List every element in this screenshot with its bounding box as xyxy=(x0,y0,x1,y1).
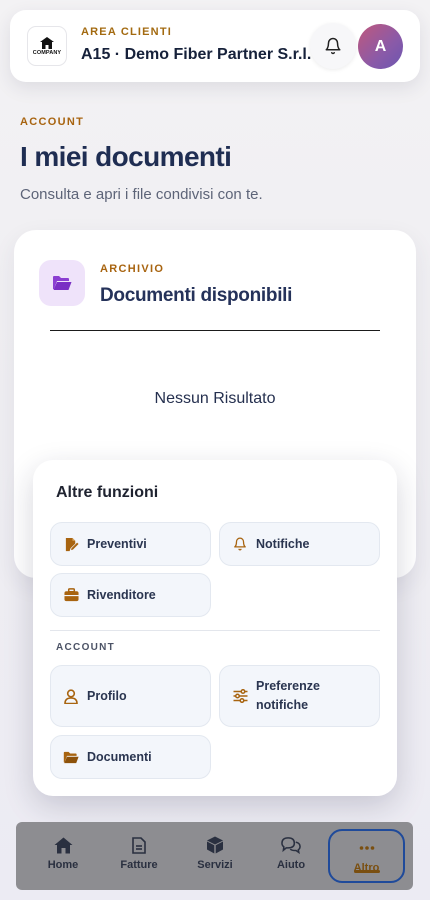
rivenditore-label: Rivenditore xyxy=(87,588,156,602)
preventivi-button[interactable]: Preventivi xyxy=(50,522,211,566)
tab-altro[interactable]: Altro xyxy=(328,829,405,883)
sliders-icon xyxy=(232,688,248,704)
preferenze-notifiche-button[interactable]: Preferenze notifiche xyxy=(219,665,380,727)
card-eyebrow: ARCHIVIO xyxy=(100,263,165,275)
app-header: COMPANY AREA CLIENTI A15 · Demo Fiber Pa… xyxy=(10,10,420,82)
logo-text: COMPANY xyxy=(32,49,62,56)
card-divider xyxy=(50,330,380,331)
popup-divider xyxy=(50,630,380,631)
header-eyebrow: AREA CLIENTI xyxy=(81,26,172,38)
company-name: A15 · Demo Fiber Partner S.r.l. xyxy=(81,46,312,63)
folder-open-icon xyxy=(53,276,72,290)
chat-icon xyxy=(281,835,301,855)
active-tab-indicator xyxy=(354,870,380,873)
bottom-tab-bar: Home Fatture Servizi Aiuto Altro xyxy=(16,822,413,890)
preferenze-notifiche-label: Preferenze notifiche xyxy=(256,679,320,712)
popup-title: Altre funzioni xyxy=(56,484,159,501)
user-icon xyxy=(63,688,79,704)
tab-home-label: Home xyxy=(47,859,79,871)
page-subtitle: Consulta e apri i file condivisi con te. xyxy=(20,186,263,203)
profilo-label: Profilo xyxy=(87,689,127,703)
popup-account-eyebrow: ACCOUNT xyxy=(56,642,116,653)
avatar[interactable]: A xyxy=(358,24,403,69)
empty-state-text: Nessun Risultato xyxy=(154,390,276,407)
tab-home[interactable]: Home xyxy=(26,828,100,884)
notifiche-label: Notifiche xyxy=(256,537,310,551)
tab-fatture-label: Fatture xyxy=(120,859,158,871)
tab-servizi[interactable]: Servizi xyxy=(178,828,252,884)
file-signature-icon xyxy=(63,536,79,552)
profilo-button[interactable]: Profilo xyxy=(50,665,211,727)
folder-open-icon xyxy=(63,749,79,765)
tab-servizi-label: Servizi xyxy=(197,859,233,871)
tab-aiuto[interactable]: Aiuto xyxy=(254,828,328,884)
section-eyebrow: ACCOUNT xyxy=(20,116,85,128)
page-title: I miei documenti xyxy=(20,141,232,172)
box-icon xyxy=(205,835,225,855)
tab-aiuto-label: Aiuto xyxy=(276,859,306,871)
bell-icon xyxy=(325,37,341,55)
documenti-button[interactable]: Documenti xyxy=(50,735,211,779)
folder-tile xyxy=(39,260,85,306)
home-icon xyxy=(53,835,73,855)
more-icon xyxy=(357,838,377,858)
company-logo: COMPANY xyxy=(27,26,67,66)
tab-fatture[interactable]: Fatture xyxy=(102,828,176,884)
notifications-button[interactable] xyxy=(310,23,356,69)
rivenditore-button[interactable]: Rivenditore xyxy=(50,573,211,617)
preventivi-label: Preventivi xyxy=(87,537,147,551)
briefcase-icon xyxy=(63,587,79,603)
bell-icon xyxy=(232,536,248,552)
card-title: Documenti disponibili xyxy=(100,285,293,306)
documenti-label: Documenti xyxy=(87,750,152,764)
house-logo-icon xyxy=(40,36,54,49)
notifiche-button[interactable]: Notifiche xyxy=(219,522,380,566)
invoice-icon xyxy=(129,835,149,855)
more-functions-popup: Altre funzioni Preventivi Notifiche Rive… xyxy=(33,460,397,796)
